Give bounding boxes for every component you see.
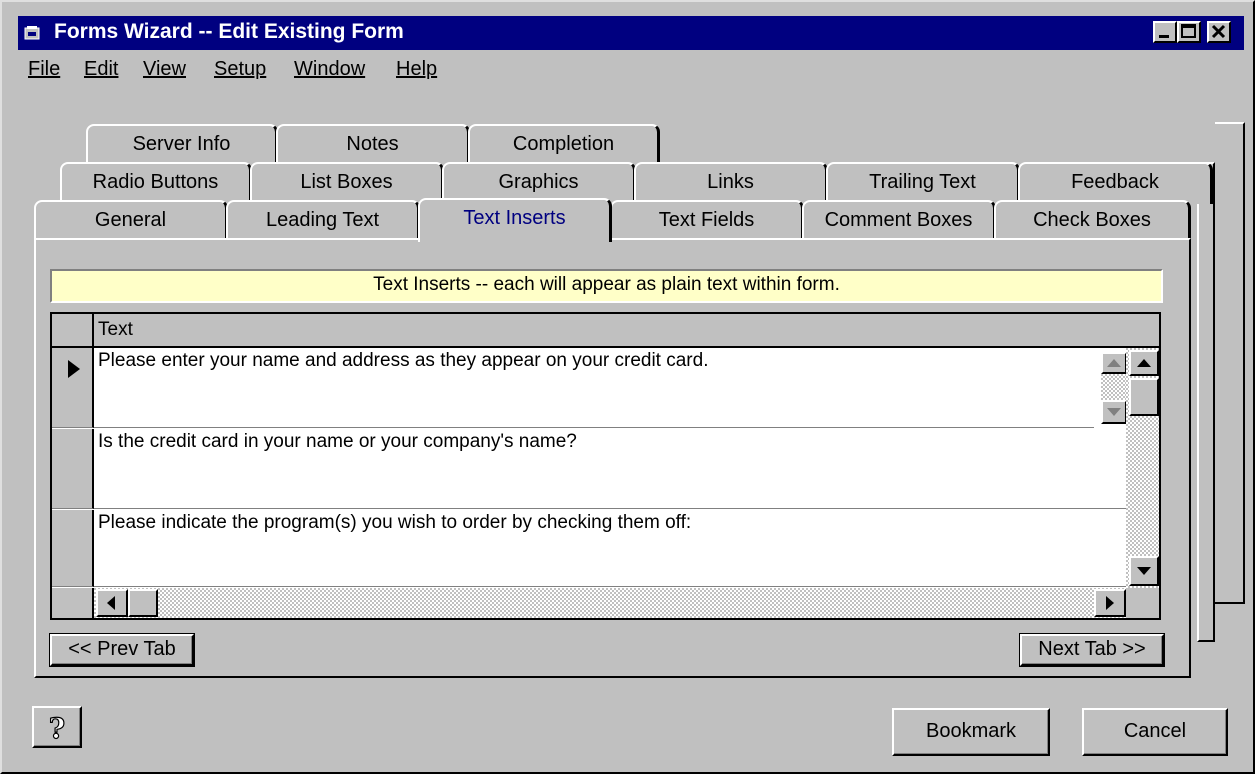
- menu-setup[interactable]: Setup: [214, 58, 266, 81]
- right-arrow-icon: [1106, 596, 1114, 610]
- menu-help[interactable]: Help: [396, 58, 437, 81]
- down-arrow-icon: [1107, 408, 1121, 416]
- question-mark-icon: ?: [48, 711, 66, 745]
- tab-server-info[interactable]: Server Info: [86, 124, 278, 166]
- down-arrow-icon: [1137, 567, 1151, 575]
- maximize-icon: [1181, 24, 1196, 38]
- prev-tab-button[interactable]: << Prev Tab: [49, 633, 195, 667]
- cell-memo-scrollbar[interactable]: [1099, 350, 1127, 428]
- close-icon: [1211, 24, 1226, 39]
- title-bar[interactable]: Forms Wizard -- Edit Existing Form: [18, 16, 1244, 50]
- grid-horizontal-thumb[interactable]: [128, 589, 158, 617]
- grid-cell-text[interactable]: Please enter your name and address as th…: [94, 348, 1094, 428]
- menu-edit[interactable]: Edit: [84, 58, 118, 81]
- menu-bar: File Edit View Setup Window Help: [18, 52, 1244, 92]
- cancel-button[interactable]: Cancel: [1082, 708, 1228, 756]
- tab-text-fields[interactable]: Text Fields: [610, 200, 804, 242]
- tab-page-back: [1197, 162, 1215, 642]
- tab-links[interactable]: Links: [634, 162, 828, 204]
- tab-text-inserts[interactable]: Text Inserts: [418, 198, 612, 242]
- tab-feedback[interactable]: Feedback: [1018, 162, 1213, 204]
- grid-horizontal-scrollbar[interactable]: [94, 588, 1126, 618]
- cell-text: Is the credit card in your name or your …: [98, 431, 577, 452]
- tab-notes[interactable]: Notes: [276, 124, 470, 166]
- menu-view[interactable]: View: [143, 58, 186, 81]
- app-icon: [24, 26, 40, 40]
- left-arrow-icon: [107, 596, 115, 610]
- cell-text: Please enter your name and address as th…: [98, 350, 709, 371]
- grid-select-all-corner[interactable]: [52, 314, 94, 348]
- grid-cell-text[interactable]: Please indicate the program(s) you wish …: [94, 510, 1126, 587]
- tab-radio-buttons[interactable]: Radio Buttons: [60, 162, 252, 204]
- cell-scroll-track: [1101, 374, 1127, 400]
- minimize-button[interactable]: [1153, 21, 1177, 43]
- grid-scrollbar-corner: [1126, 588, 1159, 618]
- tab-description-banner: Text Inserts -- each will appear as plai…: [50, 269, 1163, 303]
- tab-leading-text[interactable]: Leading Text: [226, 200, 420, 242]
- tab-list-boxes[interactable]: List Boxes: [250, 162, 444, 204]
- up-arrow-icon: [1107, 359, 1121, 367]
- row-selector[interactable]: [52, 348, 94, 428]
- grid-cell-text[interactable]: Is the credit card in your name or your …: [94, 429, 1126, 509]
- text-inserts-grid[interactable]: Text Please enter your name and address …: [50, 312, 1161, 620]
- next-tab-button[interactable]: Next Tab >>: [1019, 633, 1165, 667]
- window-title: Forms Wizard -- Edit Existing Form: [54, 20, 404, 43]
- menu-file[interactable]: File: [28, 58, 60, 81]
- row-selector[interactable]: [52, 510, 94, 587]
- tab-check-boxes[interactable]: Check Boxes: [994, 200, 1191, 242]
- grid-scroll-down-button[interactable]: [1129, 556, 1159, 586]
- tab-page-back: [1215, 122, 1245, 604]
- grid-scroll-up-button[interactable]: [1129, 350, 1159, 376]
- grid-vertical-thumb[interactable]: [1129, 378, 1159, 416]
- cell-text: Please indicate the program(s) you wish …: [98, 512, 692, 533]
- close-button[interactable]: [1207, 21, 1231, 43]
- grid-scroll-right-button[interactable]: [1094, 589, 1126, 617]
- grid-scroll-left-button[interactable]: [96, 589, 128, 617]
- row-selector[interactable]: [52, 429, 94, 509]
- tab-completion[interactable]: Completion: [468, 124, 660, 166]
- maximize-button[interactable]: [1177, 21, 1201, 43]
- bookmark-button[interactable]: Bookmark: [892, 708, 1050, 756]
- tab-trailing-text[interactable]: Trailing Text: [826, 162, 1020, 204]
- help-button[interactable]: ?: [32, 706, 82, 748]
- cell-scroll-down-button[interactable]: [1101, 400, 1127, 424]
- grid-column-header-text[interactable]: Text: [94, 314, 1159, 348]
- minimize-icon: [1159, 35, 1169, 38]
- cell-scroll-up-button[interactable]: [1101, 352, 1127, 374]
- grid-footer-corner: [52, 588, 94, 618]
- up-arrow-icon: [1137, 359, 1151, 367]
- menu-window[interactable]: Window: [294, 58, 365, 81]
- current-row-pointer-icon: [68, 360, 80, 378]
- tab-comment-boxes[interactable]: Comment Boxes: [802, 200, 996, 242]
- svg-text:?: ?: [49, 712, 65, 745]
- tab-general[interactable]: General: [34, 200, 228, 242]
- app-window: Forms Wizard -- Edit Existing Form File …: [0, 0, 1255, 774]
